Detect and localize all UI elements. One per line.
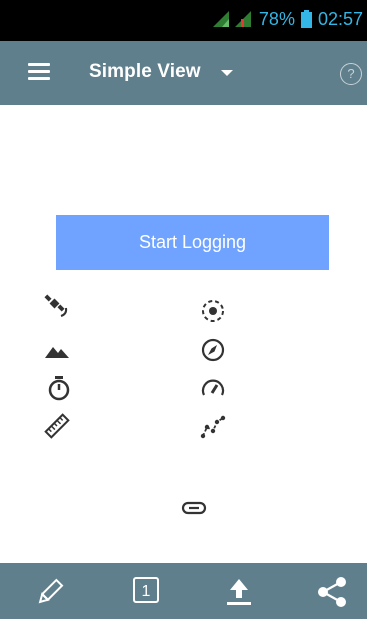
battery-icon — [300, 10, 312, 28]
link-icon[interactable] — [180, 496, 208, 520]
ruler-icon — [44, 413, 70, 439]
caret-down-icon — [220, 70, 233, 76]
speedometer-icon — [201, 379, 225, 396]
app-bar: Simple View ? — [0, 41, 367, 105]
compass-icon — [201, 338, 225, 362]
satellite-icon — [44, 294, 68, 317]
share-icon[interactable] — [315, 577, 351, 607]
status-bar: 78% 02:57 — [0, 0, 367, 41]
signal-icon — [212, 11, 229, 27]
edit-pencil-icon[interactable] — [36, 577, 64, 607]
mountain-icon — [45, 347, 69, 358]
menu-button[interactable] — [28, 63, 50, 81]
start-logging-button[interactable]: Start Logging — [56, 215, 329, 270]
help-button[interactable]: ? — [340, 63, 362, 85]
signal-icon-2 — [234, 11, 253, 27]
bottom-toolbar: 1 — [0, 563, 367, 619]
view-selector[interactable]: Simple View — [89, 61, 233, 83]
track-points-icon — [200, 415, 226, 439]
status-indicators: 78% 02:57 — [212, 8, 363, 30]
upload-icon[interactable] — [223, 577, 255, 607]
view-title: Simple View — [89, 61, 201, 82]
battery-percent: 78% — [258, 9, 295, 29]
page-number-button[interactable]: 1 — [133, 577, 159, 603]
timer-icon — [48, 376, 70, 401]
clock: 02:57 — [317, 9, 363, 29]
menu-icon — [28, 63, 50, 66]
gps-fix-icon — [202, 300, 224, 322]
